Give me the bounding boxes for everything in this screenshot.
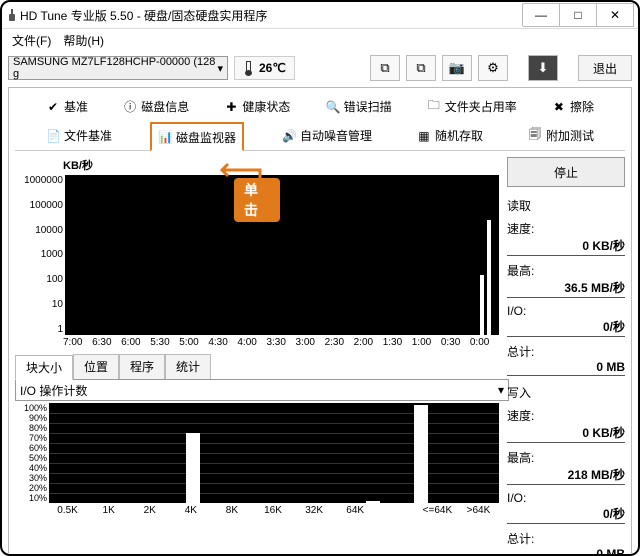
write-stats-group: 写入 速度: 0 KB/秒 最高: 218 MB/秒 I/O: 0/秒 总计: … bbox=[507, 384, 625, 556]
tab-icon: 🔍 bbox=[326, 100, 340, 114]
minimize-button[interactable]: — bbox=[522, 3, 560, 27]
throughput-chart bbox=[65, 175, 499, 335]
tab-row-2: 📄文件基准 📊磁盘监视器 🔊自动噪音管理 ▦随机存取 🗐附加测试 bbox=[15, 121, 625, 151]
tab-icon: 🗀 bbox=[427, 96, 441, 117]
tab-row-1: ✔基准 ⓘ磁盘信息 ✚健康状态 🔍错误扫描 🗀文件夹占用率 ✖擦除 bbox=[15, 92, 625, 121]
menu-file[interactable]: 文件(F) bbox=[8, 30, 55, 51]
tab-icon: 🔊 bbox=[282, 129, 296, 143]
read-stats-group: 读取 速度: 0 KB/秒 最高: 36.5 MB/秒 I/O: 0/秒 总计:… bbox=[507, 197, 625, 376]
temperature-indicator: 26℃ bbox=[234, 56, 295, 80]
temperature-value: 26℃ bbox=[259, 61, 286, 75]
menu-help[interactable]: 帮助(H) bbox=[59, 30, 108, 51]
toolbar: SAMSUNG MZ7LF128HCHP-00000 (128 g ▾ 26℃ … bbox=[2, 51, 638, 85]
drive-name: SAMSUNG MZ7LF128HCHP-00000 (128 g bbox=[13, 56, 217, 80]
title-bar: HD Tune 专业版 5.50 - 硬盘/固态硬盘实用程序 — □ ✕ bbox=[2, 2, 638, 29]
write-speed: 0 KB/秒 bbox=[507, 424, 625, 443]
close-button[interactable]: ✕ bbox=[596, 3, 634, 27]
tab-icon: 📄 bbox=[46, 129, 60, 143]
chart1-yaxis: 1000000100000100001000100101 bbox=[15, 175, 65, 335]
exit-button[interactable]: 退出 bbox=[578, 55, 632, 81]
tab-附加测试[interactable]: 🗐附加测试 bbox=[521, 121, 601, 150]
tab-健康状态[interactable]: ✚健康状态 bbox=[217, 92, 297, 121]
read-speed: 0 KB/秒 bbox=[507, 237, 625, 256]
write-max: 218 MB/秒 bbox=[507, 466, 625, 485]
write-io: 0/秒 bbox=[507, 505, 625, 524]
tab-基准[interactable]: ✔基准 bbox=[39, 92, 95, 121]
tab-文件基准[interactable]: 📄文件基准 bbox=[39, 121, 119, 150]
main-panel: ✔基准 ⓘ磁盘信息 ✚健康状态 🔍错误扫描 🗀文件夹占用率 ✖擦除 📄文件基准 📊磁盘监视器… bbox=[8, 87, 632, 556]
blocksize-chart bbox=[49, 403, 499, 503]
read-max: 36.5 MB/秒 bbox=[507, 279, 625, 298]
copy-info-button[interactable]: ⧉ bbox=[370, 55, 400, 81]
menu-bar: 文件(F) 帮助(H) bbox=[2, 29, 638, 51]
subtab-块大小[interactable]: 块大小 bbox=[15, 355, 73, 380]
write-total: 0 MB bbox=[507, 547, 625, 556]
tab-磁盘信息[interactable]: ⓘ磁盘信息 bbox=[116, 92, 196, 121]
stop-button[interactable]: 停止 bbox=[507, 157, 625, 187]
drive-selector[interactable]: SAMSUNG MZ7LF128HCHP-00000 (128 g ▾ bbox=[8, 56, 228, 80]
tab-自动噪音管理[interactable]: 🔊自动噪音管理 bbox=[275, 121, 379, 150]
chevron-down-icon: ▾ bbox=[217, 62, 223, 75]
chart1-xaxis: 7:006:306:005:305:004:304:003:303:002:30… bbox=[63, 337, 499, 348]
maximize-button[interactable]: □ bbox=[559, 3, 597, 27]
subtab-程序[interactable]: 程序 bbox=[119, 354, 165, 379]
tab-icon: 🗐 bbox=[528, 125, 542, 146]
chevron-down-icon: ▾ bbox=[498, 383, 504, 397]
options-button[interactable]: ⚙ bbox=[478, 55, 508, 81]
tab-擦除[interactable]: ✖擦除 bbox=[545, 92, 601, 121]
sub-tabs: 块大小位置程序统计 bbox=[15, 354, 499, 379]
tab-错误扫描[interactable]: 🔍错误扫描 bbox=[319, 92, 399, 121]
save-button[interactable]: ⬇ bbox=[528, 55, 558, 81]
read-total: 0 MB bbox=[507, 360, 625, 376]
app-icon bbox=[6, 9, 18, 21]
tab-icon: ✚ bbox=[224, 100, 238, 114]
thermometer-icon bbox=[243, 61, 253, 75]
tab-icon: 📊 bbox=[158, 130, 172, 144]
tab-icon: ▦ bbox=[417, 129, 431, 143]
callout-annotation: 单击 bbox=[220, 162, 280, 202]
chart1-ylabel: KB/秒 bbox=[63, 157, 499, 173]
subtab-位置[interactable]: 位置 bbox=[73, 354, 119, 379]
read-io: 0/秒 bbox=[507, 318, 625, 337]
tab-icon: ✔ bbox=[46, 100, 60, 114]
copy-screenshot-button[interactable]: ⧉ bbox=[406, 55, 436, 81]
chart2-xaxis: 0.5K1K2K4K8K16K32K64K<=64K>64K bbox=[47, 505, 499, 516]
tab-磁盘监视器[interactable]: 📊磁盘监视器 bbox=[150, 122, 244, 151]
tab-文件夹占用率[interactable]: 🗀文件夹占用率 bbox=[420, 92, 524, 121]
window-title: HD Tune 专业版 5.50 - 硬盘/固态硬盘实用程序 bbox=[18, 7, 523, 24]
io-mode-selector[interactable]: I/O 操作计数 ▾ bbox=[15, 379, 509, 401]
tab-随机存取[interactable]: ▦随机存取 bbox=[410, 121, 490, 150]
screenshot-button[interactable]: 📷 bbox=[442, 55, 472, 81]
tab-icon: ✖ bbox=[552, 100, 566, 114]
chart2-yaxis: 100%90%80%70%60%50%40%30%20%10% bbox=[15, 403, 49, 503]
subtab-统计[interactable]: 统计 bbox=[165, 354, 211, 379]
tab-icon: ⓘ bbox=[123, 98, 137, 115]
callout-label: 单击 bbox=[234, 178, 280, 222]
